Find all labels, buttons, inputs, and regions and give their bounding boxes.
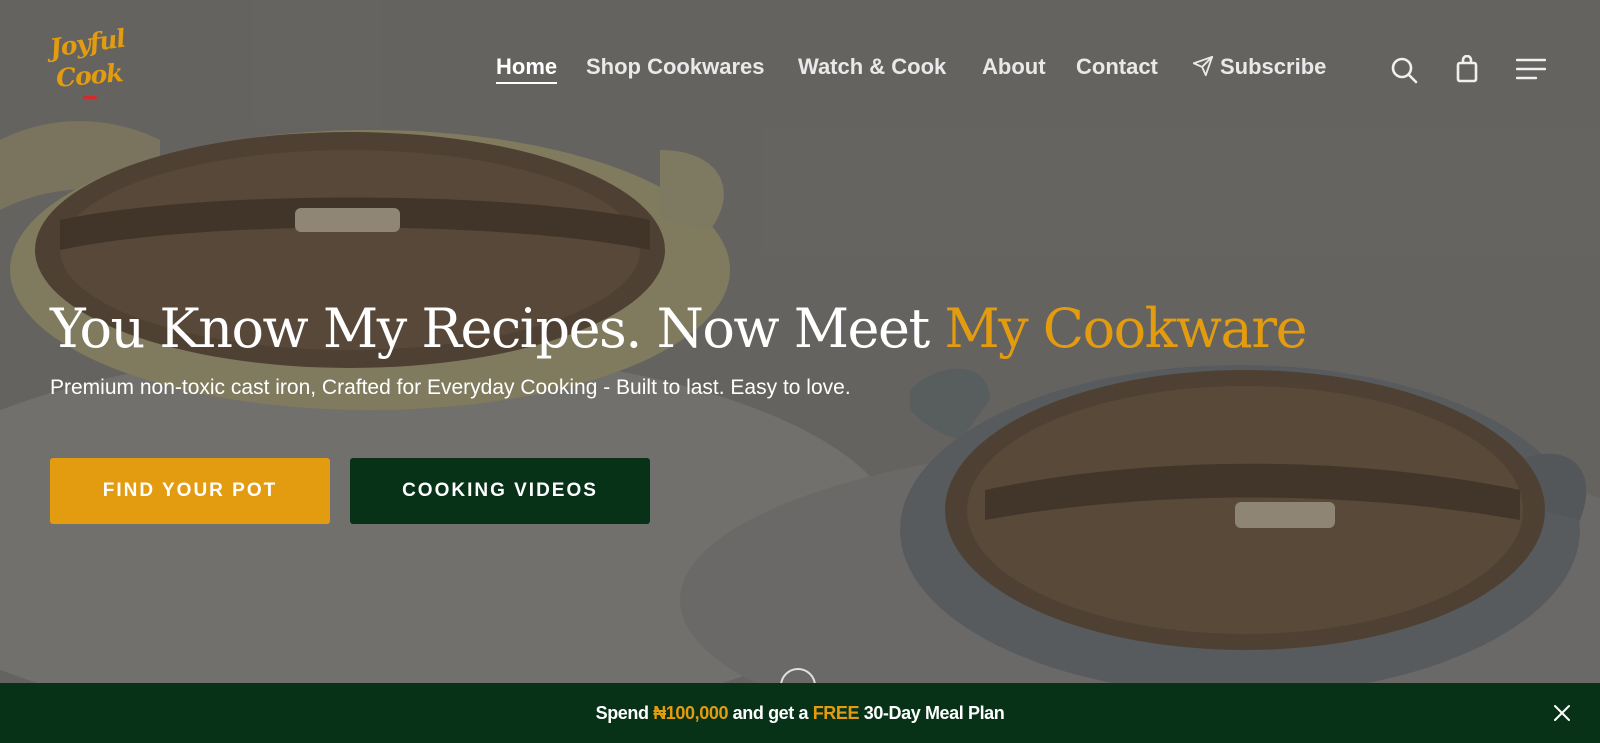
cooking-videos-button[interactable]: COOKING VIDEOS xyxy=(350,458,650,524)
promo-banner: Spend ₦100,000 and get a FREE 30-Day Mea… xyxy=(0,683,1600,743)
main-navigation: Home Shop Cookwares Watch & Cook About C… xyxy=(0,54,1600,84)
search-icon[interactable] xyxy=(1390,56,1418,84)
close-icon[interactable] xyxy=(1552,703,1572,723)
nav-item-home[interactable]: Home xyxy=(496,54,558,84)
promo-prefix: Spend xyxy=(595,702,654,723)
promo-middle: and get a xyxy=(728,702,813,723)
nav-item-watch-and-cook[interactable]: Watch & Cook xyxy=(798,54,946,80)
nav-item-contact[interactable]: Contact xyxy=(1076,54,1158,80)
headline-main-text: You Know My Recipes. Now Meet xyxy=(50,297,945,360)
nav-item-subscribe[interactable]: Subscribe xyxy=(1192,54,1326,80)
hero-headline: You Know My Recipes. Now Meet My Cookwar… xyxy=(50,294,1308,364)
nav-item-about[interactable]: About xyxy=(982,54,1046,80)
paper-plane-icon xyxy=(1192,55,1214,77)
menu-icon[interactable] xyxy=(1516,58,1546,80)
headline-accent-text: My Cookware xyxy=(944,297,1307,360)
hero-subheading: Premium non-toxic cast iron, Crafted for… xyxy=(50,376,851,399)
promo-amount: ₦100,000 xyxy=(653,702,729,723)
logo-accent-mark xyxy=(83,96,97,99)
subscribe-label: Subscribe xyxy=(1220,54,1327,79)
find-your-pot-button[interactable]: FIND YOUR POT xyxy=(50,458,330,524)
shopping-bag-icon[interactable] xyxy=(1456,55,1478,83)
nav-item-shop-cookwares[interactable]: Shop Cookwares xyxy=(586,54,764,80)
promo-free-label: FREE xyxy=(812,702,860,723)
promo-suffix: 30-Day Meal Plan xyxy=(859,702,1005,723)
